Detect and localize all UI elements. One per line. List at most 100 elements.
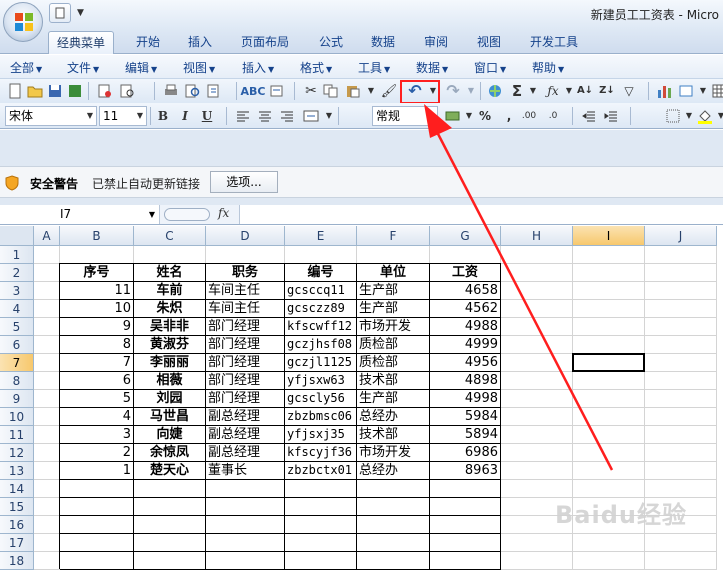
cell-D17[interactable] — [206, 534, 285, 552]
row-header-3[interactable]: 3 — [0, 282, 34, 300]
insert-function-button[interactable]: fx — [218, 206, 229, 220]
cell-D3[interactable]: 车间主任 — [206, 282, 285, 300]
paste-dropdown-icon[interactable]: ▼ — [362, 82, 380, 100]
cell-E6[interactable]: gczjhsf08 — [285, 336, 357, 354]
merge-dropdown-icon[interactable]: ▼ — [320, 107, 338, 125]
format-painter-icon[interactable]: 🖌 — [380, 82, 398, 100]
cell-D1[interactable] — [206, 246, 285, 264]
sort-ascending-icon[interactable]: A↓ — [576, 82, 594, 100]
cell-J4[interactable] — [645, 300, 717, 318]
cell-E7[interactable]: gczjl1125 — [285, 354, 357, 372]
cell-G10[interactable]: 5984 — [430, 408, 501, 426]
cell-B17[interactable] — [60, 534, 134, 552]
spelling-check-icon[interactable]: ABC — [241, 82, 266, 100]
row-header-10[interactable]: 10 — [0, 408, 34, 426]
cell-D16[interactable] — [206, 516, 285, 534]
menu-edit-label[interactable]: 编辑 — [125, 61, 149, 75]
cell-A6[interactable] — [34, 336, 60, 354]
cell-H8[interactable] — [501, 372, 573, 390]
cell-J10[interactable] — [645, 408, 717, 426]
cell-A1[interactable] — [34, 246, 60, 264]
cell-I8[interactable] — [573, 372, 645, 390]
cell-G11[interactable]: 5894 — [430, 426, 501, 444]
cell-H4[interactable] — [501, 300, 573, 318]
cell-A12[interactable] — [34, 444, 60, 462]
paste-icon[interactable] — [344, 82, 362, 100]
cell-D5[interactable]: 部门经理 — [206, 318, 285, 336]
office-button[interactable] — [3, 2, 43, 42]
row-header-2[interactable]: 2 — [0, 264, 34, 282]
row-header-13[interactable]: 13 — [0, 462, 34, 480]
cell-I5[interactable] — [573, 318, 645, 336]
cell-G14[interactable] — [430, 480, 501, 498]
cell-H10[interactable] — [501, 408, 573, 426]
cell-H5[interactable] — [501, 318, 573, 336]
cell-B6[interactable]: 8 — [60, 336, 134, 354]
cell-G9[interactable]: 4998 — [430, 390, 501, 408]
cell-J11[interactable] — [645, 426, 717, 444]
autosum-dropdown-icon[interactable]: ▼ — [524, 82, 542, 100]
cell-C2[interactable]: 姓名 — [134, 264, 206, 282]
cell-I18[interactable] — [573, 552, 645, 570]
column-header-C[interactable]: C — [134, 226, 206, 246]
cell-H1[interactable] — [501, 246, 573, 264]
select-all-corner[interactable] — [0, 226, 34, 246]
cell-B1[interactable] — [60, 246, 134, 264]
cell-G12[interactable]: 6986 — [430, 444, 501, 462]
cell-F13[interactable]: 总经办 — [357, 462, 430, 480]
cell-C1[interactable] — [134, 246, 206, 264]
menu-data-label[interactable]: 数据 — [416, 61, 440, 75]
cell-B3[interactable]: 11 — [60, 282, 134, 300]
security-options-button[interactable]: 选项... — [210, 171, 278, 193]
column-header-I[interactable]: I — [573, 226, 645, 246]
cell-E18[interactable] — [285, 552, 357, 570]
sort-descending-icon[interactable]: Z↓ — [598, 82, 616, 100]
row-header-7[interactable]: 7 — [0, 354, 34, 372]
cell-H13[interactable] — [501, 462, 573, 480]
tab-insert[interactable]: 插入 — [180, 31, 220, 54]
cell-E8[interactable]: yfjsxw63 — [285, 372, 357, 390]
column-header-A[interactable]: A — [34, 226, 60, 246]
cell-G5[interactable]: 4988 — [430, 318, 501, 336]
chevron-down-icon[interactable]: ▼ — [149, 205, 155, 224]
cell-A8[interactable] — [34, 372, 60, 390]
cell-E14[interactable] — [285, 480, 357, 498]
cell-B4[interactable]: 10 — [60, 300, 134, 318]
cell-F9[interactable]: 生产部 — [357, 390, 430, 408]
column-header-B[interactable]: B — [60, 226, 134, 246]
cell-F1[interactable] — [357, 246, 430, 264]
cell-C7[interactable]: 李丽丽 — [134, 354, 206, 372]
column-header-G[interactable]: G — [430, 226, 501, 246]
cell-I2[interactable] — [573, 264, 645, 282]
cell-E3[interactable]: gcsccq11 — [285, 282, 357, 300]
cell-I10[interactable] — [573, 408, 645, 426]
cell-H12[interactable] — [501, 444, 573, 462]
font-size-select[interactable]: 11 ▼ — [99, 106, 147, 126]
cell-B11[interactable]: 3 — [60, 426, 134, 444]
cell-H7[interactable] — [501, 354, 573, 372]
column-header-J[interactable]: J — [645, 226, 717, 246]
tab-home[interactable]: 开始 — [128, 31, 168, 54]
cell-C3[interactable]: 车前 — [134, 282, 206, 300]
cell-F11[interactable]: 技术部 — [357, 426, 430, 444]
cell-C10[interactable]: 马世昌 — [134, 408, 206, 426]
cell-D12[interactable]: 副总经理 — [206, 444, 285, 462]
copy-icon[interactable] — [322, 82, 340, 100]
email-icon[interactable] — [96, 82, 114, 100]
cell-D2[interactable]: 职务 — [206, 264, 285, 282]
comma-style-icon[interactable]: , — [500, 107, 518, 125]
cell-F12[interactable]: 市场开发 — [357, 444, 430, 462]
cell-A2[interactable] — [34, 264, 60, 282]
cell-E11[interactable]: yfjsxj35 — [285, 426, 357, 444]
menu-all-label[interactable]: 全部 — [10, 61, 34, 75]
cell-D8[interactable]: 部门经理 — [206, 372, 285, 390]
bold-button[interactable]: B — [154, 107, 172, 125]
tab-data[interactable]: 数据 — [363, 31, 403, 54]
row-header-11[interactable]: 11 — [0, 426, 34, 444]
increase-indent-icon[interactable] — [602, 107, 620, 125]
tab-page-layout[interactable]: 页面布局 — [233, 31, 297, 54]
cell-A15[interactable] — [34, 498, 60, 516]
cell-H3[interactable] — [501, 282, 573, 300]
cell-B12[interactable]: 2 — [60, 444, 134, 462]
save-icon[interactable] — [46, 82, 64, 100]
